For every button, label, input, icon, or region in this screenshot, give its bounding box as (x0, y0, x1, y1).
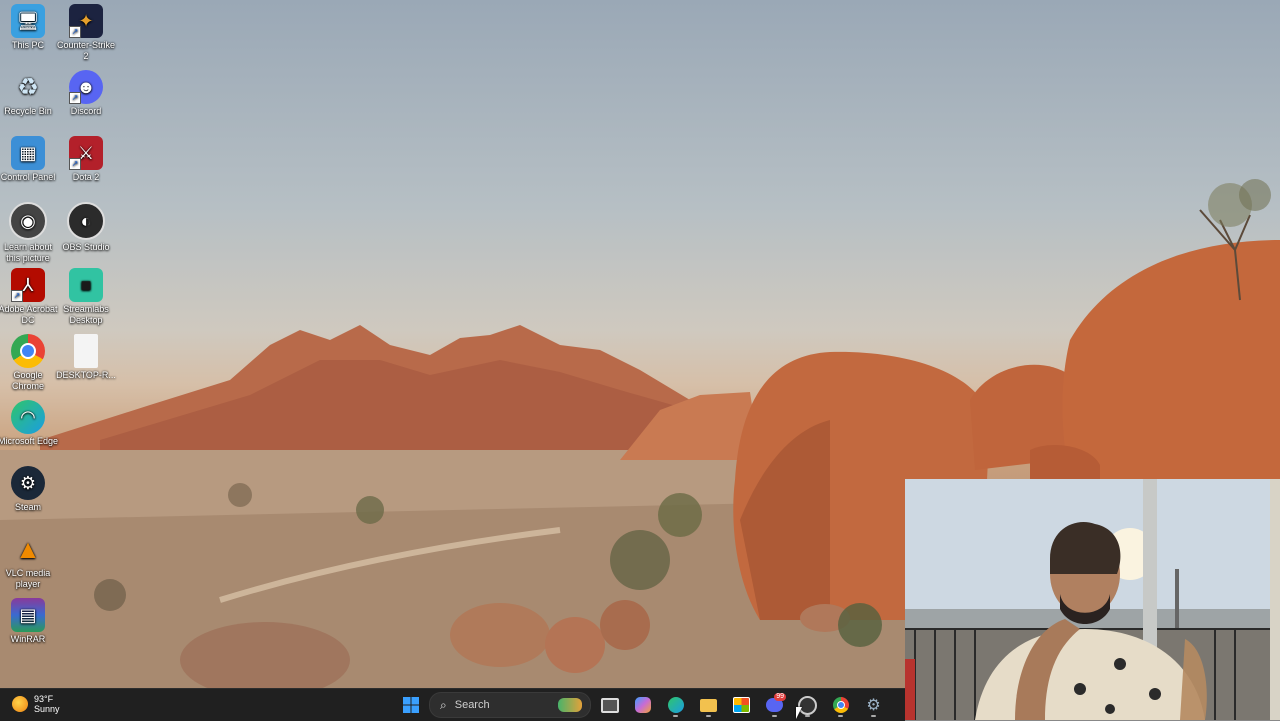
search-icon: ⌕ (440, 697, 447, 712)
discord-icon: ☻ ↗ (69, 70, 103, 104)
desktop-icon-label: Streamlabs Desktop (63, 304, 109, 325)
chrome-icon (11, 334, 45, 368)
desktop-icon-discord[interactable]: ☻ ↗ Discord (55, 70, 117, 117)
desktop-icon-this-pc[interactable]: 🖥 This PC (0, 4, 59, 51)
desktop-icon-label: Microsoft Edge (0, 436, 59, 446)
desktop-icon-steam[interactable]: ⚙ Steam (0, 466, 59, 513)
control-panel-icon: ▦ (11, 136, 45, 170)
desktop-icon-label: WinRAR (10, 634, 46, 644)
running-indicator (673, 715, 678, 717)
webcam-scene (905, 479, 1280, 720)
winrar-icon: ▤ (11, 598, 45, 632)
chrome-button[interactable] (826, 692, 855, 718)
desktop-icon-microsoft-edge[interactable]: ◠ Microsoft Edge (0, 400, 59, 447)
recycle-bin-icon: ♻ (17, 73, 39, 101)
desktop-icon-learn-about-picture[interactable]: ◉ Learn about this picture (0, 202, 59, 264)
desktop-icon-counter-strike-2[interactable]: ✦ ↗ Counter-Strike 2 (55, 4, 117, 62)
desktop-icon-label: Control Panel (0, 172, 56, 182)
desktop-icon-label: OBS Studio (62, 242, 110, 252)
running-indicator (871, 715, 876, 717)
dota2-icon: ⚔ ↗ (69, 136, 103, 170)
shortcut-arrow-icon: ↗ (69, 158, 81, 170)
mouse-cursor (796, 707, 802, 719)
desktop-icon-label: Adobe Acrobat DC (0, 304, 58, 325)
folder-icon (700, 698, 717, 712)
desktop-icon-label: Dota 2 (72, 172, 100, 182)
steam-icon: ⚙ (11, 466, 45, 500)
file-explorer-button[interactable] (694, 692, 723, 718)
edge-icon (667, 697, 684, 713)
taskbar: 93°F Sunny ⌕ Search 99 ⚙ (0, 688, 905, 721)
copilot-icon (634, 697, 651, 713)
computer-icon: 🖥 (11, 4, 45, 38)
weather-condition: Sunny (34, 704, 60, 714)
desktop-icon-recycle-bin[interactable]: ♻ Recycle Bin (0, 70, 59, 117)
windows-icon (402, 697, 419, 713)
acrobat-icon: ⅄ ↗ (11, 268, 45, 302)
desktop-icon-label: Discord (70, 106, 102, 116)
copilot-button[interactable] (628, 692, 657, 718)
taskbar-search-box[interactable]: ⌕ Search (429, 692, 591, 718)
weather-temperature: 93°F (34, 694, 54, 704)
desktop-icon-desktop-file[interactable]: DESKTOP-R... (55, 334, 117, 381)
shortcut-arrow-icon: ↗ (69, 26, 81, 38)
shortcut-arrow-icon: ↗ (69, 92, 81, 104)
running-indicator (706, 715, 711, 717)
desktop-icon-label: VLC media player (5, 568, 51, 589)
desktop-icon-label: DESKTOP-R... (56, 370, 116, 380)
search-placeholder: Search (454, 699, 490, 711)
desktop-icon-label: Learn about this picture (3, 242, 53, 263)
camera-icon: ◉ (9, 202, 47, 240)
running-indicator (772, 715, 777, 717)
sun-icon (12, 696, 28, 712)
store-icon (733, 697, 750, 713)
settings-button[interactable]: ⚙ (859, 692, 888, 718)
edge-icon: ◠ (11, 400, 45, 434)
running-indicator (805, 715, 810, 717)
desktop-icon-control-panel[interactable]: ▦ Control Panel (0, 136, 59, 183)
search-highlight-icon (558, 698, 582, 712)
desktop-icon-label: Steam (14, 502, 41, 512)
gear-icon: ⚙ (866, 697, 881, 714)
discord-button[interactable]: 99 (760, 692, 789, 718)
desktop-icon-label: Recycle Bin (4, 106, 52, 116)
weather-widget[interactable]: 93°F Sunny (12, 694, 60, 714)
desktop-icon-streamlabs[interactable]: ■ Streamlabs Desktop (55, 268, 117, 326)
edge-button[interactable] (661, 692, 690, 718)
desktop-icon-google-chrome[interactable]: Google Chrome (0, 334, 59, 392)
notification-badge: 99 (774, 693, 786, 701)
taskbar-apps: ⌕ Search 99 ⚙ (396, 692, 888, 718)
desktop-icon-label: Google Chrome (11, 370, 44, 391)
desktop-icon-label: This PC (11, 40, 44, 50)
desktop-icon-winrar[interactable]: ▤ WinRAR (0, 598, 59, 645)
desktop-icon-label: Counter-Strike 2 (56, 40, 116, 61)
task-view-button[interactable] (595, 692, 624, 718)
cs2-icon: ✦ ↗ (69, 4, 103, 38)
running-indicator (838, 715, 843, 717)
streamlabs-icon: ■ (69, 268, 103, 302)
desktop-icon-obs-studio[interactable]: ◐ OBS Studio (55, 202, 117, 253)
chrome-icon (832, 697, 849, 713)
desktop-icon-adobe-acrobat[interactable]: ⅄ ↗ Adobe Acrobat DC (0, 268, 59, 326)
start-button[interactable] (396, 692, 425, 718)
webcam-overlay (905, 479, 1280, 720)
task-view-icon (600, 697, 619, 713)
store-button[interactable] (727, 692, 756, 718)
shortcut-arrow-icon: ↗ (11, 290, 23, 302)
desktop-icon-vlc[interactable]: ▲ VLC media player (0, 532, 59, 590)
file-icon (74, 334, 98, 368)
obs-icon: ◐ (67, 202, 105, 240)
desktop-icon-dota-2[interactable]: ⚔ ↗ Dota 2 (55, 136, 117, 183)
vlc-icon: ▲ (15, 533, 41, 564)
